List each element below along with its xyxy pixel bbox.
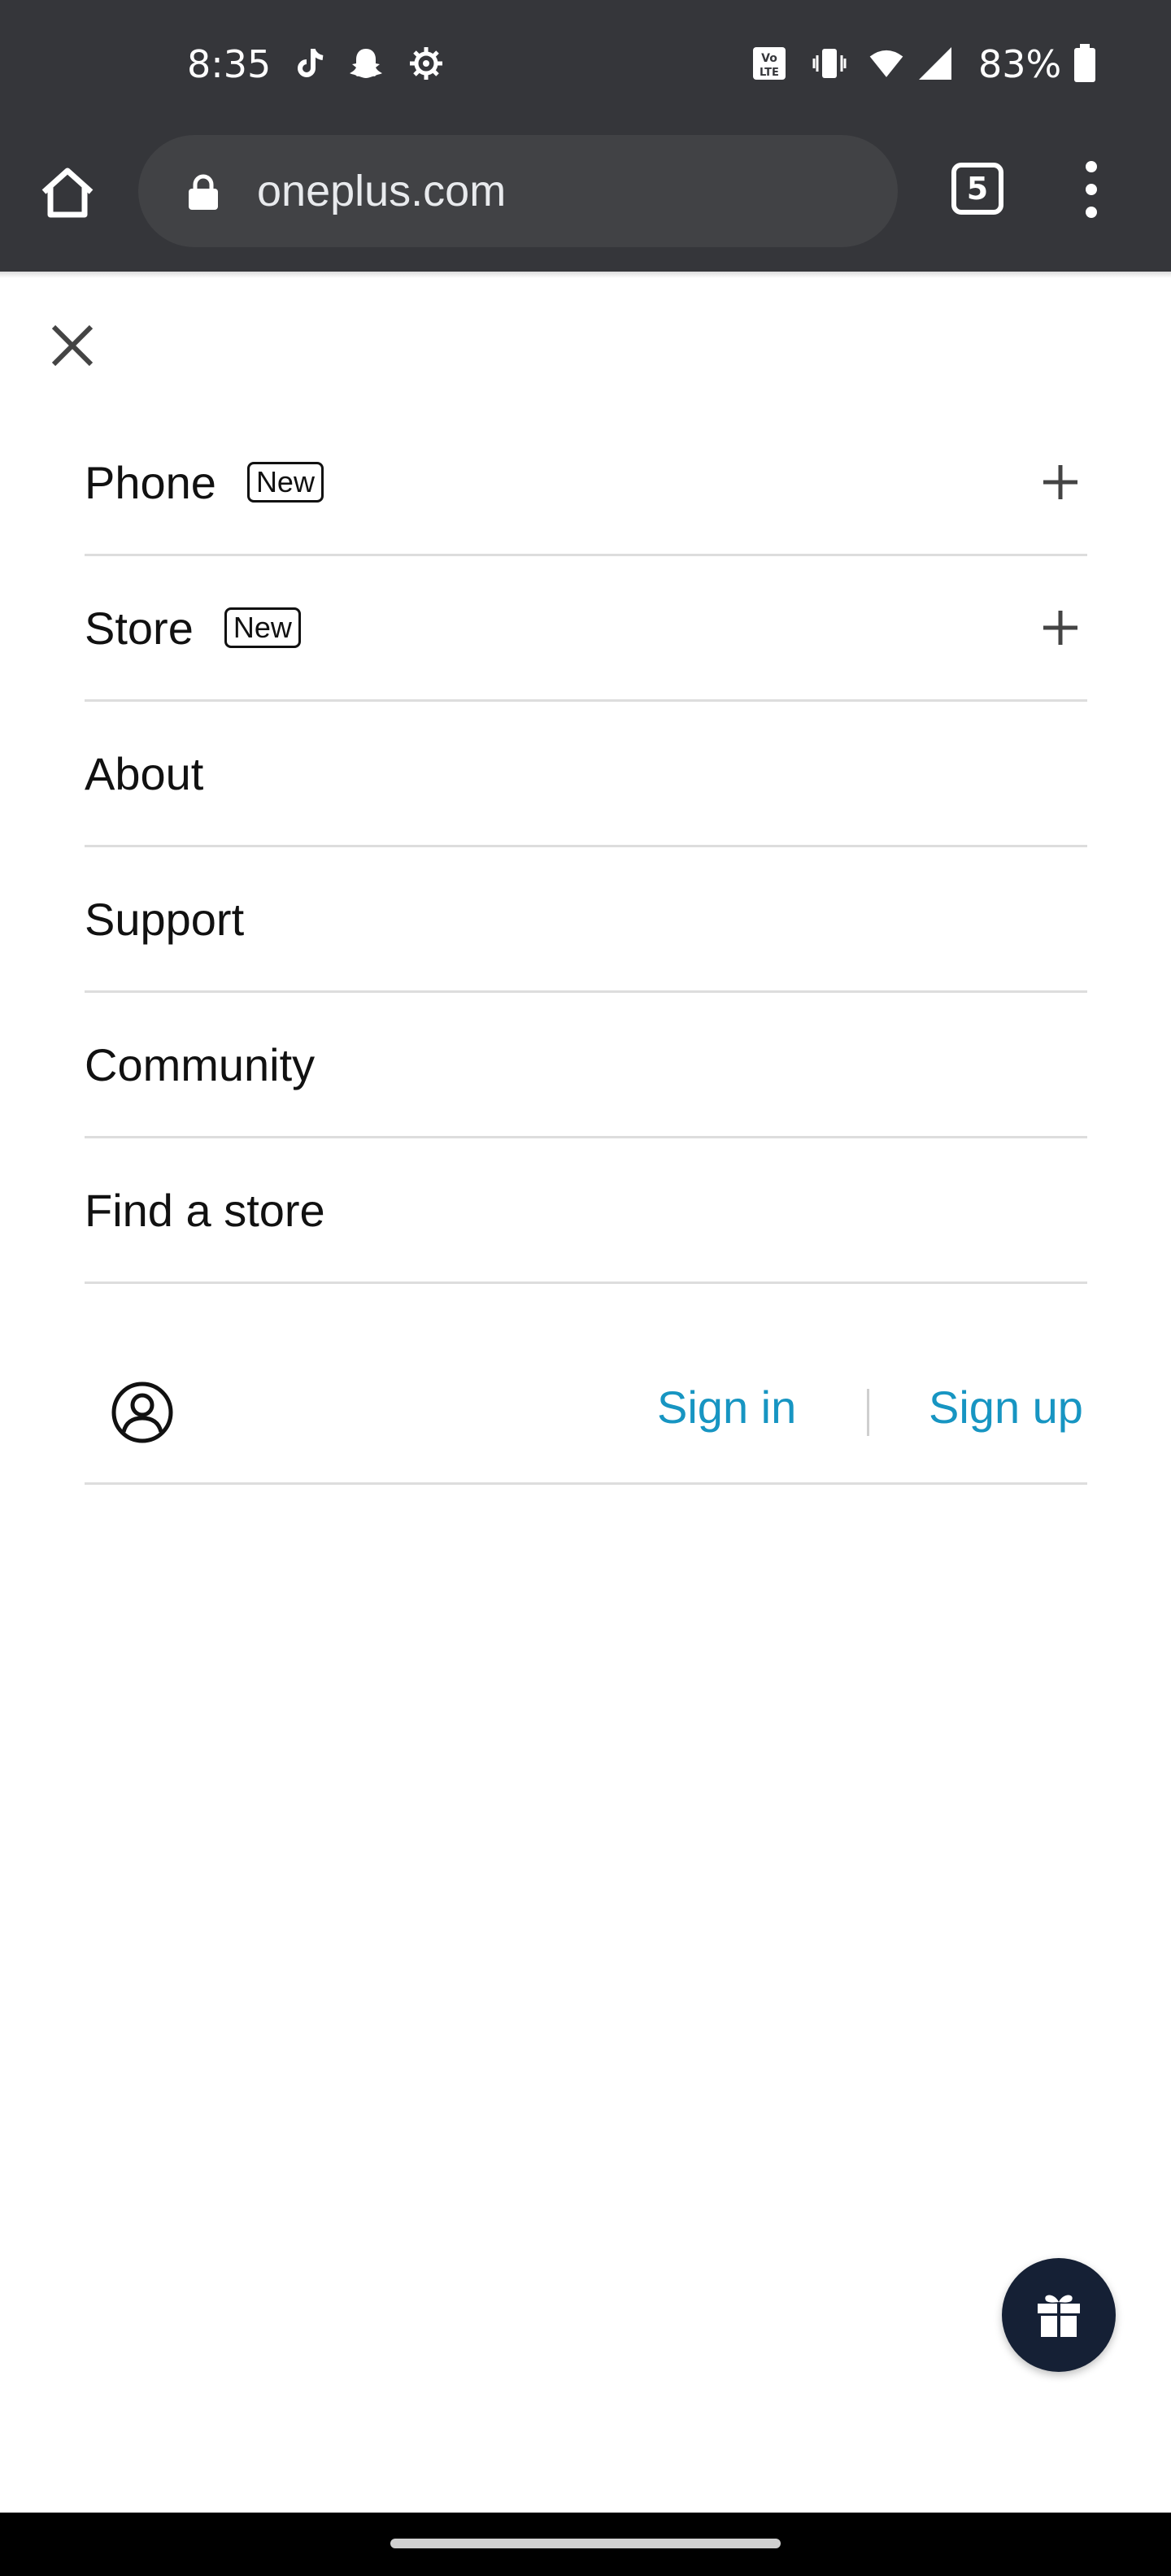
sign-in-link[interactable]: Sign in (657, 1381, 796, 1434)
battery-percentage: 83% (978, 42, 1062, 86)
status-time: 8:35 (187, 42, 272, 86)
nav-item-label: Find a store (85, 1184, 325, 1236)
address-bar[interactable]: oneplus.com (138, 135, 898, 247)
nav-item-about[interactable]: About (85, 702, 1087, 847)
new-badge: New (224, 607, 301, 648)
sign-up-link[interactable]: Sign up (929, 1381, 1083, 1434)
gift-button[interactable] (1002, 2258, 1116, 2372)
new-badge: New (246, 462, 324, 503)
expand-plus-icon[interactable] (1042, 609, 1079, 646)
nav-item-label: Support (85, 893, 245, 945)
nav-item-label: Community (85, 1038, 316, 1090)
nav-item-label: Store (85, 602, 194, 654)
system-nav-bar (0, 2513, 1171, 2576)
nav-item-support[interactable]: Support (85, 847, 1087, 993)
expand-plus-icon[interactable] (1042, 463, 1079, 501)
user-avatar-icon (111, 1382, 173, 1443)
wifi-icon (868, 46, 904, 81)
tiktok-icon (293, 46, 329, 81)
close-menu-button[interactable] (47, 320, 98, 371)
svg-text:LTE: LTE (760, 67, 779, 79)
more-vert-icon (1086, 161, 1097, 172)
status-bar: 8:35 Vo LTE 83% (0, 0, 1171, 132)
tab-switcher-button[interactable]: 5 (951, 163, 1003, 215)
nav-item-label: Phone (85, 456, 216, 508)
account-section: Sign in Sign up (85, 1285, 1087, 1485)
url-text: oneplus.com (257, 167, 507, 215)
auth-divider (867, 1389, 869, 1436)
settings-gear-icon (408, 46, 444, 81)
battery-icon (1067, 44, 1103, 82)
browser-toolbar: oneplus.com 5 (0, 132, 1171, 272)
snapchat-icon (348, 46, 384, 81)
nav-item-phone[interactable]: Phone New (85, 411, 1087, 556)
nav-item-community[interactable]: Community (85, 993, 1087, 1138)
nav-item-store[interactable]: Store New (85, 556, 1087, 702)
vibrate-icon (812, 46, 847, 81)
gift-icon (1038, 2295, 1080, 2337)
home-button[interactable] (37, 163, 98, 223)
volte-icon: Vo LTE (751, 46, 787, 81)
nav-item-find-a-store[interactable]: Find a store (85, 1138, 1087, 1284)
close-icon (51, 324, 94, 367)
lock-icon (189, 174, 218, 210)
browser-menu-button[interactable] (1073, 161, 1109, 218)
home-gesture-handle[interactable] (390, 2539, 781, 2548)
nav-item-label: About (85, 747, 204, 799)
signal-icon (917, 46, 953, 81)
home-icon (41, 168, 94, 218)
nav-menu: Phone New Store New About Support Commun… (85, 411, 1087, 1284)
svg-text:Vo: Vo (761, 52, 777, 65)
